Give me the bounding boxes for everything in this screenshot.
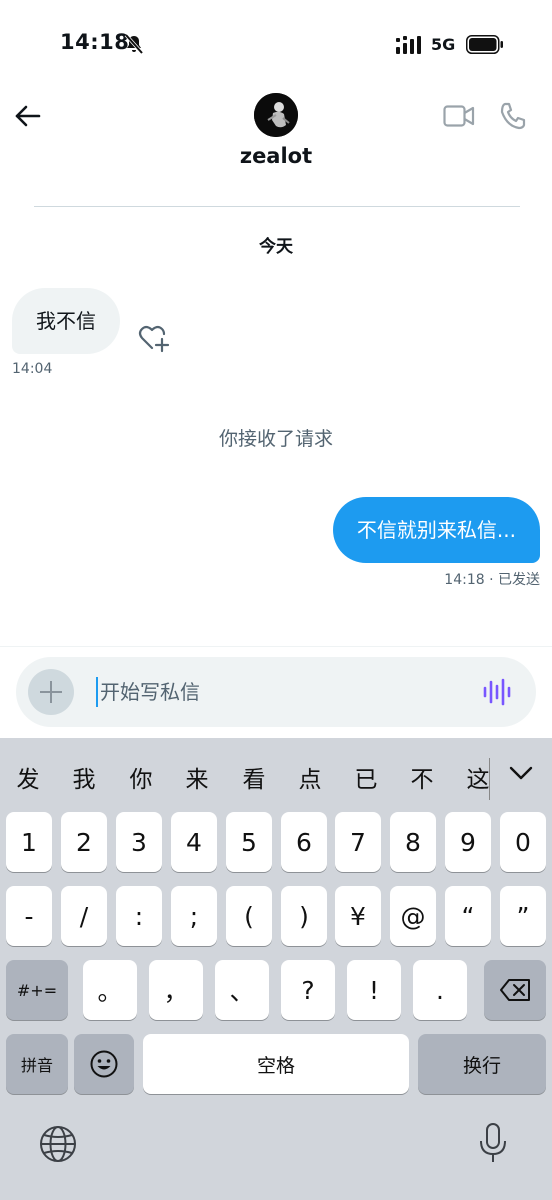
network-label: 5G bbox=[431, 35, 456, 54]
candidate-word[interactable]: 看 bbox=[237, 760, 271, 794]
key-semicolon[interactable]: ; bbox=[171, 886, 217, 946]
voice-message-icon[interactable] bbox=[482, 678, 512, 706]
status-time: 14:18 bbox=[60, 30, 130, 54]
key-slash[interactable]: / bbox=[61, 886, 107, 946]
backspace-icon bbox=[500, 979, 530, 1001]
globe-icon[interactable] bbox=[38, 1124, 78, 1164]
key-hyphen[interactable]: - bbox=[6, 886, 52, 946]
key-0[interactable]: 0 bbox=[500, 812, 546, 872]
outgoing-message-status: 14:18 · 已发送 bbox=[444, 572, 540, 588]
key-close-paren[interactable]: ) bbox=[281, 886, 327, 946]
candidate-word[interactable]: 已 bbox=[349, 760, 383, 794]
chevron-down-icon[interactable] bbox=[508, 762, 534, 784]
key-open-paren[interactable]: ( bbox=[226, 886, 272, 946]
outgoing-message[interactable]: 不信就别来私信... bbox=[332, 497, 540, 563]
battery-icon bbox=[466, 35, 503, 54]
status-bar: 14:18 5G bbox=[0, 0, 552, 88]
add-reaction-icon[interactable] bbox=[138, 323, 170, 353]
system-notice: 你接收了请求 bbox=[218, 428, 333, 450]
ime-switch-key[interactable]: 拼音 bbox=[6, 1034, 68, 1094]
video-call-icon[interactable] bbox=[443, 103, 475, 129]
key-3[interactable]: 3 bbox=[116, 812, 162, 872]
message-input[interactable] bbox=[100, 667, 460, 717]
key-1[interactable]: 1 bbox=[6, 812, 52, 872]
key-8[interactable]: 8 bbox=[390, 812, 436, 872]
keyboard: 发 我 你 来 看 点 已 不 这 1 2 3 4 5 6 7 8 9 0 - … bbox=[0, 738, 552, 1200]
key-6[interactable]: 6 bbox=[281, 812, 327, 872]
candidate-word[interactable]: 点 bbox=[293, 760, 327, 794]
microphone-icon[interactable] bbox=[478, 1122, 508, 1164]
message-composer bbox=[16, 657, 536, 727]
emoji-key[interactable] bbox=[74, 1034, 134, 1094]
phone-call-icon[interactable] bbox=[499, 101, 527, 131]
key-yen[interactable]: ¥ bbox=[335, 886, 381, 946]
candidate-divider bbox=[489, 758, 490, 800]
conversation-title: zealot bbox=[239, 144, 313, 168]
key-colon[interactable]: : bbox=[116, 886, 162, 946]
symbol-mode-key[interactable]: #+= bbox=[6, 960, 68, 1020]
plus-icon[interactable] bbox=[28, 669, 74, 715]
incoming-message-time: 14:04 bbox=[12, 361, 53, 377]
composer-divider bbox=[0, 646, 552, 647]
header-divider bbox=[34, 206, 520, 207]
key-2[interactable]: 2 bbox=[61, 812, 107, 872]
candidate-bar: 发 我 你 来 看 点 已 不 这 bbox=[0, 738, 552, 808]
key-question[interactable]: ? bbox=[281, 960, 335, 1020]
back-arrow-icon[interactable] bbox=[12, 100, 44, 132]
backspace-key[interactable] bbox=[484, 960, 546, 1020]
candidate-word[interactable]: 不 bbox=[405, 760, 439, 794]
avatar[interactable] bbox=[254, 93, 298, 137]
bell-slash-icon bbox=[124, 33, 144, 55]
key-7[interactable]: 7 bbox=[335, 812, 381, 872]
emoji-icon bbox=[90, 1050, 118, 1078]
signal-icon bbox=[396, 36, 421, 54]
key-close-quote[interactable]: ” bbox=[500, 886, 546, 946]
key-full-stop[interactable]: 。 bbox=[83, 960, 137, 1020]
candidate-word[interactable]: 来 bbox=[180, 760, 214, 794]
candidate-word[interactable]: 你 bbox=[124, 760, 158, 794]
key-period[interactable]: . bbox=[413, 960, 467, 1020]
incoming-message[interactable]: 我不信 bbox=[12, 288, 120, 354]
key-exclamation[interactable]: ! bbox=[347, 960, 401, 1020]
key-4[interactable]: 4 bbox=[171, 812, 217, 872]
key-open-quote[interactable]: “ bbox=[445, 886, 491, 946]
avatar-image bbox=[254, 93, 298, 137]
candidate-word[interactable]: 发 bbox=[11, 760, 45, 794]
key-comma[interactable]: ， bbox=[149, 960, 203, 1020]
key-at[interactable]: @ bbox=[390, 886, 436, 946]
key-enum-comma[interactable]: 、 bbox=[215, 960, 269, 1020]
candidate-word[interactable]: 我 bbox=[67, 760, 101, 794]
space-key[interactable]: 空格 bbox=[143, 1034, 409, 1094]
date-separator: 今天 bbox=[259, 237, 293, 257]
key-9[interactable]: 9 bbox=[445, 812, 491, 872]
return-key[interactable]: 换行 bbox=[418, 1034, 546, 1094]
text-caret bbox=[96, 677, 98, 707]
key-5[interactable]: 5 bbox=[226, 812, 272, 872]
